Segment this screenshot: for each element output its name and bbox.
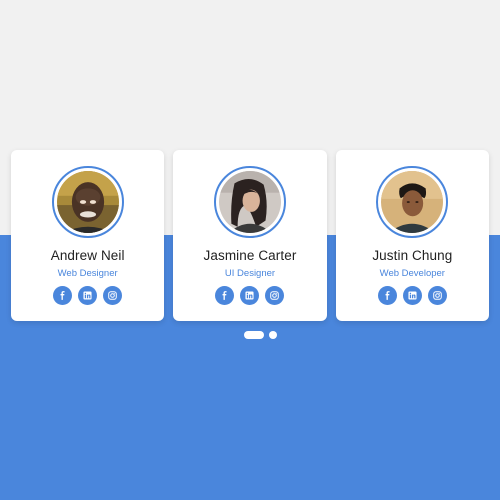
member-role: Web Developer [379, 268, 445, 279]
facebook-link[interactable] [53, 286, 73, 305]
linkedin-icon [83, 291, 92, 300]
facebook-icon [60, 291, 65, 300]
avatar [213, 166, 286, 238]
team-card-jasmine: Jasmine Carter UI Designer [173, 150, 327, 321]
member-name: Andrew Neil [50, 248, 125, 263]
facebook-link[interactable] [377, 286, 397, 305]
team-carousel: Andrew Neil Web Designer Jasmine Carter … [11, 150, 489, 321]
pagination-dot[interactable] [269, 331, 277, 339]
team-card-justin: Justin Chung Web Developer [335, 150, 489, 321]
social-links [377, 286, 447, 305]
instagram-icon [433, 291, 442, 300]
facebook-link[interactable] [215, 286, 235, 305]
member-name: Jasmine Carter [203, 248, 297, 263]
instagram-link[interactable] [103, 286, 123, 305]
linkedin-icon [245, 291, 255, 300]
member-role: Web Designer [57, 268, 118, 279]
avatar-photo [381, 171, 444, 233]
instagram-icon [270, 291, 280, 300]
avatar [51, 166, 124, 238]
instagram-link[interactable] [427, 286, 447, 305]
carousel-pagination [244, 331, 277, 339]
social-links [53, 286, 123, 305]
social-links [215, 286, 285, 305]
facebook-icon [223, 291, 228, 300]
member-role: UI Designer [224, 268, 276, 279]
linkedin-link[interactable] [402, 286, 422, 305]
pagination-dot-active[interactable] [244, 331, 264, 339]
avatar-photo [56, 171, 119, 233]
member-name: Justin Chung [372, 248, 453, 263]
instagram-link[interactable] [265, 286, 285, 305]
avatar [376, 166, 449, 238]
avatar-photo [218, 171, 281, 233]
linkedin-link[interactable] [240, 286, 260, 305]
linkedin-link[interactable] [78, 286, 98, 305]
instagram-icon [108, 291, 117, 300]
team-card-andrew: Andrew Neil Web Designer [11, 150, 165, 321]
facebook-icon [385, 291, 390, 300]
linkedin-icon [408, 291, 417, 300]
